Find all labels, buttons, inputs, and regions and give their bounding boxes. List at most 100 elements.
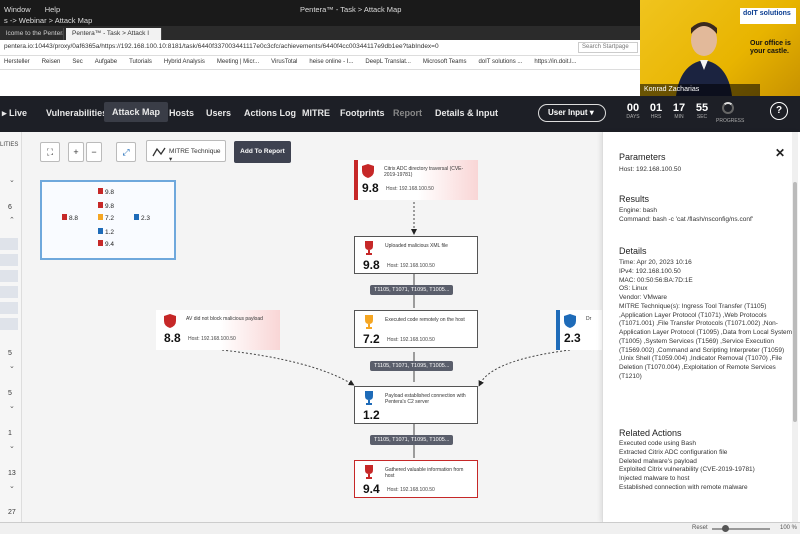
trophy-icon: [365, 315, 373, 329]
nav-mitre[interactable]: MITRE: [302, 108, 330, 118]
node-description: Payload established connection with Pent…: [385, 393, 466, 405]
timer-value: 00: [626, 102, 640, 114]
severity-stripe: [354, 160, 358, 200]
zoom-slider-knob[interactable]: [722, 525, 729, 532]
progress-label: PROGRESS: [716, 118, 745, 124]
node-host: Host: 192.168.100.50: [386, 186, 434, 192]
attack-node-upload[interactable]: 9.8 Uploaded malicious XML file Host: 19…: [354, 236, 478, 274]
bookmark-item[interactable]: Microsoft Teams: [423, 59, 467, 66]
details-panel: ✕ Parameters Host: 192.168.100.50 Result…: [602, 132, 800, 522]
bookmark-item[interactable]: heise online - I...: [309, 59, 353, 66]
results-text: Engine: bash Command: bash -c 'cat /flas…: [619, 207, 753, 223]
nav-footprints[interactable]: Footprints: [340, 108, 385, 118]
browser-tab-attack-map[interactable]: Pentera™ - Task > Attack I: [66, 28, 162, 40]
mitre-technique-pill[interactable]: T1105, T1071, T1095, T1005...: [370, 361, 454, 371]
sidebar-header: LITIES: [0, 142, 19, 148]
nav-details-input[interactable]: Details & Input: [435, 108, 498, 118]
sidebar-row[interactable]: [0, 286, 18, 298]
help-button[interactable]: ?: [770, 102, 788, 120]
nav-vulnerabilities[interactable]: Vulnerabilities: [46, 108, 107, 118]
shield-icon: [362, 164, 374, 178]
timer-minutes: 17 MIN: [668, 102, 690, 120]
nav-users[interactable]: Users: [206, 108, 231, 118]
zoom-slider[interactable]: [712, 525, 770, 532]
nav-attack-map[interactable]: Attack Map: [104, 102, 169, 122]
vulnerabilities-sidebar: LITIES ⌄ 6 ⌃ 5 ⌄ 5 ⌄ 1 ⌄ 13 ⌄ 27: [0, 132, 22, 522]
timer-value: 55: [695, 102, 709, 114]
attack-node-partial[interactable]: 2.3 Dr: [556, 310, 602, 350]
nav-live[interactable]: ▸ Live: [2, 108, 27, 119]
attack-node-av[interactable]: 8.8 AV did not block malicious payload H…: [156, 310, 280, 350]
attack-node-exec[interactable]: 7.2 Executed code remotely on the host H…: [354, 310, 478, 348]
bookmark-item[interactable]: Hybrid Analysis: [164, 59, 205, 66]
attack-node-citrix[interactable]: 9.8 Citrix ADC directory traversal (CVE-…: [354, 160, 478, 200]
bookmark-item[interactable]: Reisen: [42, 59, 61, 66]
sidebar-row[interactable]: [0, 270, 18, 282]
os-menu-window[interactable]: Window: [4, 5, 31, 14]
node-host: Host: 192.168.100.50: [387, 487, 435, 493]
results-title: Results: [619, 194, 650, 204]
sidebar-row[interactable]: [0, 254, 18, 266]
bookmark-item[interactable]: doIT solutions ...: [478, 59, 522, 66]
bookmark-item[interactable]: Hersteller: [4, 59, 30, 66]
chevron-down-icon[interactable]: ⌄: [9, 402, 15, 410]
node-score: 9.8: [363, 258, 380, 272]
node-score: 9.4: [363, 482, 380, 496]
timer-hours: 01 HRS: [645, 102, 667, 120]
search-input[interactable]: Search Startpage: [578, 42, 638, 53]
progress-icon: [722, 102, 734, 114]
chevron-down-icon[interactable]: ⌄: [9, 442, 15, 450]
sidebar-count: 1: [8, 430, 12, 437]
node-host-prefix: Host:: [188, 336, 200, 342]
timer-label: MIN: [674, 114, 684, 120]
sidebar-count: 13: [8, 470, 16, 477]
chevron-down-icon[interactable]: ⌄: [9, 362, 15, 370]
bookmark-item[interactable]: Aufgabe: [95, 59, 117, 66]
connector-curve: [478, 349, 571, 387]
chevron-up-icon[interactable]: ⌃: [9, 216, 15, 224]
user-input-button[interactable]: User Input ▾: [538, 104, 606, 122]
attack-node-gather[interactable]: 9.4 Gathered valuable information from h…: [354, 460, 478, 498]
chevron-down-icon[interactable]: ⌄: [9, 176, 15, 184]
shield-icon: [564, 314, 576, 328]
node-host-prefix: Host:: [387, 337, 399, 343]
sidebar-row[interactable]: [0, 318, 18, 330]
sidebar-count: 5: [8, 390, 12, 397]
sidebar-count: 6: [8, 204, 12, 211]
connector-curve: [221, 349, 355, 386]
mitre-technique-pill[interactable]: T1105, T1071, T1095, T1005...: [370, 435, 454, 445]
sidebar-row[interactable]: [0, 302, 18, 314]
bookmark-item[interactable]: DeepL Translat...: [365, 59, 410, 66]
mitre-technique-pill[interactable]: T1105, T1071, T1095, T1005...: [370, 285, 454, 295]
bookmark-item[interactable]: https://in.doit.l...: [534, 59, 576, 66]
timer-label: DAYS: [626, 114, 640, 120]
scrollbar-thumb[interactable]: [793, 182, 797, 422]
bookmark-item[interactable]: VirusTotal: [271, 59, 297, 66]
nav-actions-log[interactable]: Actions Log: [244, 108, 296, 118]
close-icon[interactable]: ✕: [775, 146, 785, 160]
timer-label: SEC: [696, 114, 708, 120]
url-field[interactable]: pentera.io:10443/proxy/0af6365a/https://…: [4, 43, 439, 50]
nav-report[interactable]: Report: [393, 108, 422, 118]
browser-tab-welcome[interactable]: lcome to the Pentera Pl: [0, 28, 64, 40]
chevron-down-icon[interactable]: ⌄: [9, 482, 15, 490]
bookmark-item[interactable]: Sec: [72, 59, 82, 66]
panel-scrollbar[interactable]: [792, 132, 798, 522]
window-title: Pentera™ - Task > Attack Map: [300, 5, 402, 14]
bookmark-item[interactable]: Tutorials: [129, 59, 152, 66]
os-menu-help[interactable]: Help: [45, 5, 60, 14]
bookmarks-bar: Hersteller Reisen Sec Aufgabe Tutorials …: [0, 56, 640, 70]
attack-node-payload[interactable]: 1.2 Payload established connection with …: [354, 386, 478, 424]
node-host-value: 192.168.100.50: [400, 337, 435, 343]
zoom-reset-button[interactable]: Reset: [692, 525, 708, 531]
node-host-value: 192.168.100.50: [399, 186, 434, 192]
sidebar-row[interactable]: [0, 238, 18, 250]
node-score: 1.2: [363, 408, 380, 422]
node-host: Host: 192.168.100.50: [387, 263, 435, 269]
node-host-prefix: Host:: [386, 186, 398, 192]
nav-hosts[interactable]: Hosts: [169, 108, 194, 118]
attack-map-canvas[interactable]: ⛶ + − ⤢ MITRE Technique ▾ Add To Report …: [22, 132, 602, 522]
timer-value: 01: [649, 102, 663, 114]
bookmark-item[interactable]: Meeting | Micr...: [217, 59, 259, 66]
address-bar: pentera.io:10443/proxy/0af6365a/https://…: [0, 40, 640, 56]
